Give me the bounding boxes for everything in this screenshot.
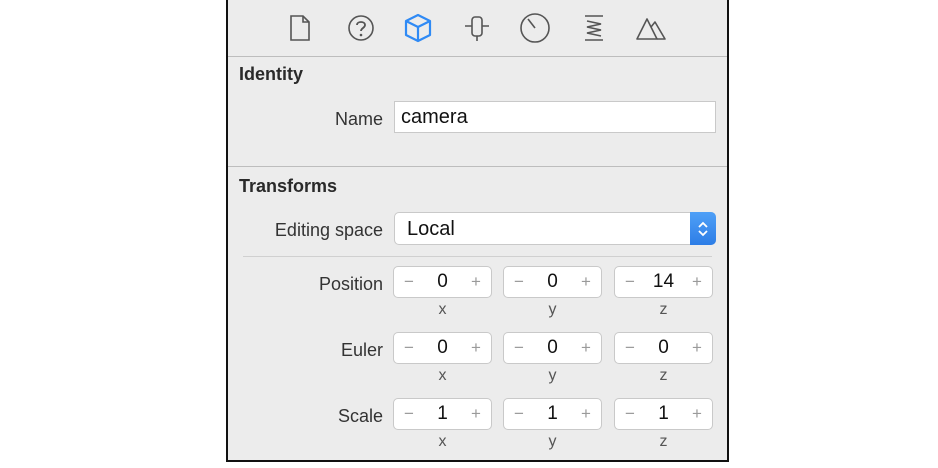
axis-label-y: y [548, 367, 557, 384]
chevron-updown-icon[interactable] [690, 212, 716, 245]
axis-label-y: y [548, 433, 557, 450]
increment-button[interactable]: + [688, 272, 706, 292]
euler-z-value[interactable]: 0 [639, 337, 688, 359]
section-divider [228, 166, 727, 167]
inspector-toolbar [228, 0, 727, 57]
axis-label-y: y [548, 301, 557, 318]
scene-icon[interactable] [635, 12, 667, 44]
position-x-stepper[interactable]: − 0 + [393, 266, 492, 298]
help-icon[interactable] [345, 12, 377, 44]
name-field[interactable] [394, 101, 716, 133]
position-z-stepper[interactable]: − 14 + [614, 266, 713, 298]
node-inspector-icon[interactable] [402, 12, 434, 44]
increment-button[interactable]: + [688, 404, 706, 424]
decrement-button[interactable]: − [621, 338, 639, 358]
increment-button[interactable]: + [577, 404, 595, 424]
decrement-button[interactable]: − [400, 272, 418, 292]
position-z-value[interactable]: 14 [639, 271, 688, 293]
scale-x-value[interactable]: 1 [418, 403, 467, 425]
axis-label-x: x [438, 433, 447, 450]
decrement-button[interactable]: − [510, 272, 528, 292]
increment-button[interactable]: + [577, 338, 595, 358]
name-label: Name [334, 109, 383, 129]
decrement-button[interactable]: − [400, 338, 418, 358]
increment-button[interactable]: + [467, 338, 485, 358]
euler-y-stepper[interactable]: − 0 + [503, 332, 602, 364]
inspector-panel: Identity Name Transforms Editing space L… [226, 0, 729, 462]
euler-x-value[interactable]: 0 [418, 337, 467, 359]
file-icon[interactable] [284, 12, 316, 44]
physics-icon[interactable] [519, 12, 551, 44]
axis-label-z: z [659, 301, 668, 318]
decrement-button[interactable]: − [510, 338, 528, 358]
identity-section-title: Identity [239, 64, 304, 84]
axis-label-x: x [438, 301, 447, 318]
editing-space-label: Editing space [274, 220, 383, 240]
axis-label-x: x [438, 367, 447, 384]
scale-y-value[interactable]: 1 [528, 403, 577, 425]
attributes-icon[interactable] [461, 12, 493, 44]
materials-icon[interactable] [578, 12, 610, 44]
increment-button[interactable]: + [467, 272, 485, 292]
increment-button[interactable]: + [688, 338, 706, 358]
euler-x-stepper[interactable]: − 0 + [393, 332, 492, 364]
scale-label: Scale [337, 406, 383, 426]
editing-space-select[interactable]: Local [394, 212, 716, 245]
scale-z-stepper[interactable]: − 1 + [614, 398, 713, 430]
axis-label-z: z [659, 367, 668, 384]
decrement-button[interactable]: − [621, 404, 639, 424]
axis-label-z: z [659, 433, 668, 450]
scale-x-stepper[interactable]: − 1 + [393, 398, 492, 430]
position-label: Position [318, 274, 383, 294]
position-x-value[interactable]: 0 [418, 271, 467, 293]
scale-y-stepper[interactable]: − 1 + [503, 398, 602, 430]
position-y-value[interactable]: 0 [528, 271, 577, 293]
transforms-section-title: Transforms [239, 176, 338, 196]
transform-divider [243, 256, 712, 257]
scale-z-value[interactable]: 1 [639, 403, 688, 425]
position-y-stepper[interactable]: − 0 + [503, 266, 602, 298]
increment-button[interactable]: + [577, 272, 595, 292]
decrement-button[interactable]: − [510, 404, 528, 424]
decrement-button[interactable]: − [621, 272, 639, 292]
increment-button[interactable]: + [467, 404, 485, 424]
euler-label: Euler [340, 340, 383, 360]
euler-z-stepper[interactable]: − 0 + [614, 332, 713, 364]
decrement-button[interactable]: − [400, 404, 418, 424]
editing-space-value: Local [407, 218, 455, 240]
euler-y-value[interactable]: 0 [528, 337, 577, 359]
